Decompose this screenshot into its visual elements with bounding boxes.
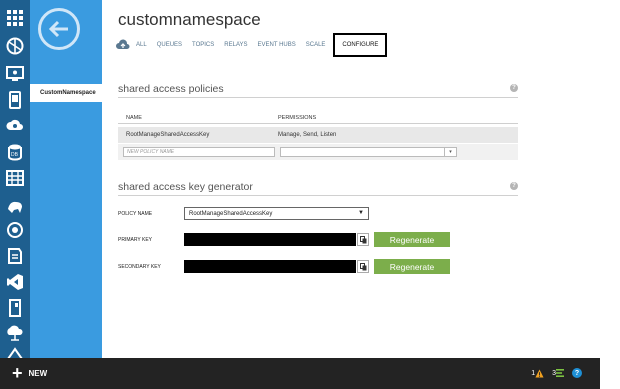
- media-services-icon[interactable]: [5, 220, 25, 240]
- divider: [118, 97, 518, 98]
- policy-name-label: POLICY NAME: [118, 211, 153, 217]
- hdinsight-icon[interactable]: [5, 196, 25, 216]
- copy-secondary-key-button[interactable]: [357, 260, 369, 273]
- primary-key-field[interactable]: [184, 233, 356, 246]
- secondary-key-field[interactable]: [184, 260, 356, 273]
- policies-help-icon[interactable]: ?: [510, 84, 518, 92]
- virtual-machines-icon[interactable]: [5, 64, 25, 84]
- policy-name-value: RootManageSharedAccessKey: [189, 210, 273, 217]
- sql-databases-icon[interactable]: DB: [5, 142, 25, 162]
- regenerate-primary-button[interactable]: Regenerate: [374, 232, 450, 247]
- tab-configure[interactable]: CONFIGURE: [333, 33, 388, 57]
- tab-bar: ALL QUEUES TOPICS RELAYS EVENT HUBS SCAL…: [116, 33, 397, 57]
- warning-icon[interactable]: [535, 368, 544, 378]
- command-bar: + NEW 1 3 ?: [0, 358, 600, 389]
- new-button[interactable]: + NEW: [12, 363, 48, 383]
- table-row[interactable]: RootManageSharedAccessKey Manage, Send, …: [118, 127, 518, 143]
- networks-icon[interactable]: [5, 322, 25, 342]
- tab-event-hubs[interactable]: EVENT HUBS: [258, 42, 296, 48]
- cache-icon[interactable]: [5, 298, 25, 318]
- copy-icon: [359, 262, 366, 270]
- web-sites-icon[interactable]: [5, 36, 25, 56]
- copy-icon: [359, 235, 366, 243]
- generator-section-title: shared access key generator: [118, 181, 253, 193]
- column-permissions: PERMISSIONS: [278, 114, 317, 121]
- tab-all[interactable]: ALL: [136, 42, 147, 48]
- arrow-left-icon: [48, 20, 68, 38]
- tab-topics[interactable]: TOPICS: [192, 42, 214, 48]
- policy-permissions-cell: Manage, Send, Listen: [278, 132, 337, 138]
- new-policy-row: NEW POLICY NAME ▾: [118, 144, 518, 160]
- back-button[interactable]: [38, 8, 80, 50]
- cloud-services-icon[interactable]: [5, 115, 25, 135]
- status-area: 1 3 ?: [529, 368, 582, 378]
- copy-primary-key-button[interactable]: [357, 233, 369, 246]
- portal-window: DB CustomNamespace customnamespace ALL Q…: [0, 0, 620, 389]
- divider: [118, 195, 518, 196]
- tab-queues[interactable]: QUEUES: [157, 42, 182, 48]
- generator-help-icon[interactable]: ?: [510, 182, 518, 190]
- storage-icon[interactable]: [5, 168, 25, 188]
- new-label: NEW: [28, 368, 48, 378]
- namespace-panel: CustomNamespace: [30, 0, 102, 358]
- namespace-item[interactable]: CustomNamespace: [30, 84, 102, 102]
- primary-key-label: PRIMARY KEY: [118, 237, 152, 243]
- all-items-icon[interactable]: [5, 8, 25, 28]
- tab-relays[interactable]: RELAYS: [224, 42, 247, 48]
- new-policy-name-input[interactable]: NEW POLICY NAME: [123, 147, 275, 157]
- main-content: customnamespace ALL QUEUES TOPICS RELAYS…: [102, 0, 620, 358]
- visual-studio-icon[interactable]: [5, 272, 25, 292]
- svg-text:DB: DB: [11, 152, 19, 158]
- cloud-upload-icon[interactable]: [116, 39, 130, 51]
- policy-name-select[interactable]: RootManageSharedAccessKey ▼: [184, 207, 369, 220]
- new-policy-permissions-select[interactable]: ▾: [280, 147, 457, 157]
- caret-down-icon: ▼: [358, 210, 364, 216]
- page-title: customnamespace: [118, 10, 261, 29]
- tab-scale[interactable]: SCALE: [306, 42, 326, 48]
- service-rail: DB: [0, 0, 30, 360]
- policies-section-title: shared access policies: [118, 83, 224, 95]
- policy-name-cell: RootManageSharedAccessKey: [126, 132, 210, 138]
- table-header: NAME PERMISSIONS: [118, 112, 518, 124]
- secondary-key-label: SECONDARY KEY: [118, 264, 161, 270]
- plus-icon: +: [12, 363, 23, 383]
- activity-list-icon[interactable]: [556, 369, 564, 377]
- regenerate-secondary-button[interactable]: Regenerate: [374, 259, 450, 274]
- column-name: NAME: [126, 114, 142, 121]
- chevron-down-icon[interactable]: ▾: [444, 148, 456, 156]
- mobile-services-icon[interactable]: [5, 90, 25, 110]
- policies-table: NAME PERMISSIONS RootManageSharedAccessK…: [118, 112, 518, 160]
- service-bus-icon[interactable]: [5, 246, 25, 266]
- help-icon[interactable]: ?: [572, 368, 582, 378]
